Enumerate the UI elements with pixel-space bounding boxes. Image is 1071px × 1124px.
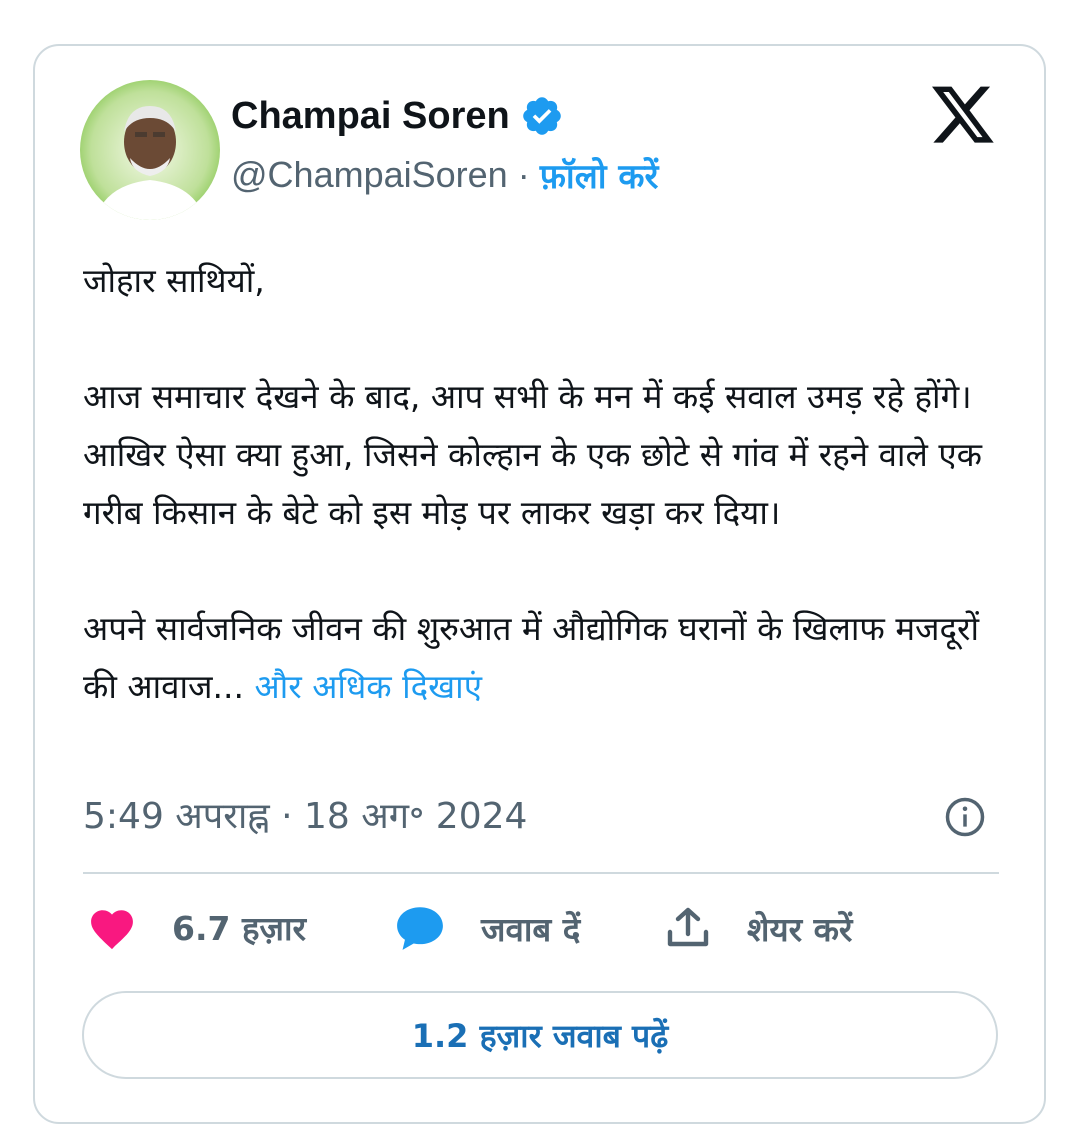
divider (83, 872, 999, 874)
read-replies-button[interactable]: 1.2 हज़ार जवाब पढ़ें (82, 991, 998, 1079)
share-label: शेयर करें (747, 909, 853, 949)
author-handle-row: @ChampaiSoren · फ़ॉलो करें (231, 152, 658, 198)
avatar[interactable] (80, 80, 220, 220)
author-name[interactable]: Champai Soren (231, 95, 510, 138)
tweet-paragraph-text: अपने सार्वजनिक जीवन की शुरुआत में औद्योग… (83, 609, 980, 706)
share-button[interactable]: शेयर करें (663, 904, 852, 952)
like-button[interactable]: 6.7 हज़ार (86, 904, 306, 950)
reply-button[interactable]: जवाब दें (393, 904, 580, 952)
reply-label: जवाब दें (481, 909, 581, 949)
separator-dot: · (517, 154, 530, 195)
tweet-text: जोहार साथियों, आज समाचार देखने के बाद, आ… (83, 252, 983, 716)
show-more-link[interactable]: और अधिक दिखाएं (254, 667, 482, 706)
like-count: 6.7 हज़ार (172, 908, 307, 948)
verified-badge-icon (522, 97, 561, 135)
tweet-timestamp[interactable]: 5:49 अपराह्न · 18 अग॰ 2024 (83, 790, 527, 839)
read-replies-label: 1.2 हज़ार जवाब पढ़ें (411, 1016, 669, 1055)
follow-button[interactable]: फ़ॉलो करें (540, 152, 659, 198)
share-upload-icon (667, 907, 709, 947)
heart-icon (91, 910, 133, 950)
author-name-row[interactable]: Champai Soren (231, 94, 564, 138)
author-handle[interactable]: @ChampaiSoren (231, 154, 508, 196)
tweet-paragraph: अपने सार्वजनिक जीवन की शुरुआत में औद्योग… (83, 600, 983, 716)
tweet-paragraph: जोहार साथियों, (83, 261, 265, 300)
tweet-paragraph: आज समाचार देखने के बाद, आप सभी के मन में… (83, 377, 982, 532)
x-logo-icon[interactable] (932, 86, 996, 146)
reply-bubble-icon (397, 907, 443, 950)
info-icon[interactable] (944, 796, 986, 838)
